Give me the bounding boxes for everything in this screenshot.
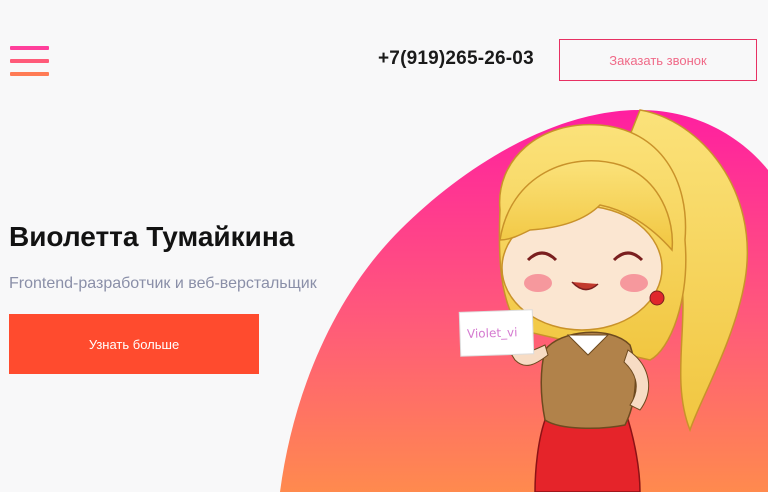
hero-title: Виолетта Тумайкина (9, 221, 295, 252)
request-callback-button[interactable]: Заказать звонок (559, 39, 757, 81)
name-sign-card: Violet_vi (458, 309, 535, 357)
menu-bar-top (10, 46, 49, 50)
hero-subtitle: Frontend-разработчик и веб-верстальщик (9, 275, 317, 292)
sign-text: Violet_vi (467, 325, 518, 341)
learn-more-button[interactable]: Узнать больше (9, 314, 259, 374)
hamburger-menu-icon[interactable] (10, 46, 49, 78)
phone-number-link[interactable]: +7(919)265-26-03 (378, 48, 534, 70)
menu-bar-middle (10, 59, 49, 63)
menu-bar-bottom (10, 72, 49, 76)
